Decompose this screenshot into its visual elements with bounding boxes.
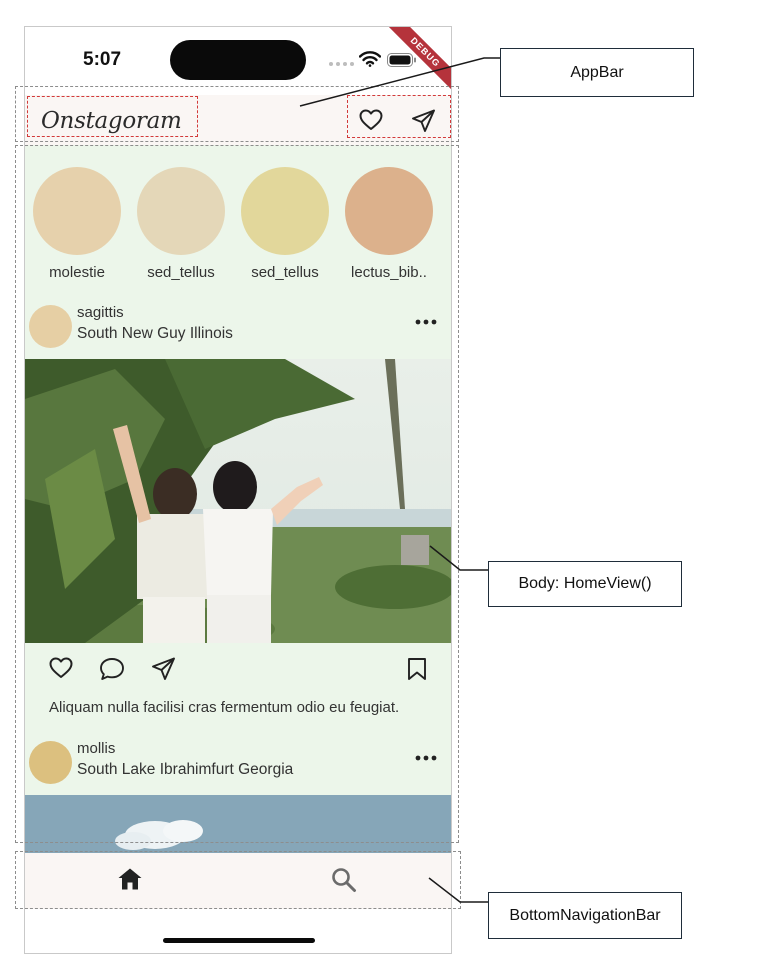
body-callout: Body: HomeView() xyxy=(488,561,682,607)
battery-icon xyxy=(387,53,416,67)
app-bar-callout: AppBar xyxy=(500,48,694,97)
wifi-icon xyxy=(359,51,381,67)
home-indicator xyxy=(163,938,315,943)
bottom-nav-callout: BottomNavigationBar xyxy=(488,892,682,939)
bottom-nav-outline xyxy=(15,851,461,909)
cellular-signal-icon xyxy=(329,62,354,66)
logo-outline xyxy=(27,96,198,137)
body-outline xyxy=(15,145,459,843)
actions-outline xyxy=(347,95,451,138)
dynamic-island xyxy=(170,40,306,80)
status-time: 5:07 xyxy=(83,49,122,70)
